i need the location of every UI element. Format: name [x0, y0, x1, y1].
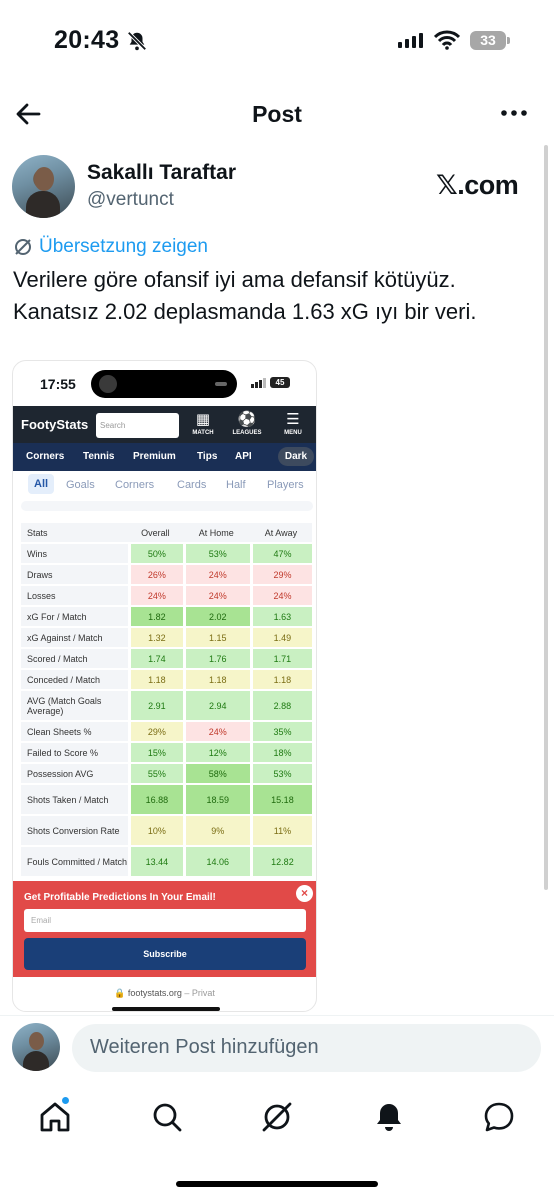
col-overall: Overall — [128, 523, 183, 542]
table-row: AVG (Match Goals Average) 2.91 2.94 2.88 — [21, 691, 312, 720]
image-home-indicator — [112, 1007, 220, 1011]
table-row: Failed to Score % 15% 12% 18% — [21, 743, 312, 762]
grok-icon[interactable] — [260, 1100, 294, 1134]
translate-icon — [15, 239, 31, 255]
table-row: Fouls Committed / Match 13.44 14.06 12.82 — [21, 847, 312, 876]
tab-separator — [21, 501, 313, 511]
nav-premium: Premium — [133, 451, 176, 462]
image-signal-icon — [251, 378, 266, 388]
dynamic-island — [91, 370, 237, 398]
footystats-nav: Corners Tennis Premium Tips API Dark — [13, 443, 316, 471]
tab-half: Half — [226, 479, 246, 491]
table-row: Wins 50% 53% 47% — [21, 544, 312, 563]
tab-players: Players — [267, 479, 304, 491]
author-name[interactable]: Sakallı Taraftar — [87, 161, 236, 185]
nav-tennis: Tennis — [83, 451, 115, 462]
image-status-bar: 17:55 45 — [13, 361, 316, 406]
translate-label: Übersetzung zeigen — [39, 236, 208, 257]
tab-cards: Cards — [177, 479, 207, 491]
post-image[interactable]: 17:55 45 FootyStats Search ▦ MATCH ⚽ LEAGU… — [12, 360, 317, 1012]
battery-cap — [507, 37, 510, 44]
author-avatar[interactable] — [12, 155, 75, 218]
table-row: Conceded / Match 1.18 1.18 1.18 — [21, 670, 312, 689]
notifications-icon[interactable] — [372, 1100, 406, 1134]
battery-icon: 33 — [470, 31, 506, 50]
match-icon: ▦ MATCH — [192, 411, 214, 436]
table-row: Scored / Match 1.74 1.76 1.71 — [21, 649, 312, 668]
home-notification-dot — [61, 1096, 70, 1105]
footystats-topbar: FootyStats Search ▦ MATCH ⚽ LEAGUES ☰ MENU — [13, 406, 316, 443]
image-time: 17:55 — [40, 376, 76, 392]
reply-divider — [0, 1015, 554, 1016]
stats-table: Stats Overall At Home At Away Wins 50% 53… — [21, 521, 312, 878]
nav-api: API — [235, 451, 252, 462]
status-time: 20:43 — [54, 26, 120, 54]
promo-email-field: Email — [24, 909, 306, 932]
lock-icon: 🔒 — [114, 988, 126, 998]
menu-icon: ☰ MENU — [284, 411, 302, 436]
reply-avatar — [12, 1023, 60, 1071]
footystats-tabs: All Goals Corners Cards Half Players — [13, 471, 316, 501]
tab-goals: Goals — [66, 479, 95, 491]
table-row: xG Against / Match 1.32 1.15 1.49 — [21, 628, 312, 647]
col-home: At Home — [182, 523, 250, 542]
table-row: Draws 26% 24% 29% — [21, 565, 312, 584]
post-header: Post — [0, 90, 554, 140]
tab-corners: Corners — [115, 479, 155, 491]
author-handle[interactable]: @vertunct — [87, 189, 174, 211]
col-stats: Stats — [21, 523, 128, 542]
table-row: Shots Conversion Rate 10% 9% 11% — [21, 816, 312, 845]
table-row: Shots Taken / Match 16.88 18.59 15.18 — [21, 785, 312, 814]
table-row: Clean Sheets % 29% 24% 35% — [21, 722, 312, 741]
wifi-icon — [434, 30, 460, 50]
bell-off-icon — [127, 31, 147, 51]
email-promo-banner: Get Profitable Predictions In Your Email… — [13, 881, 316, 977]
reply-input[interactable]: Weiteren Post hinzufügen — [72, 1024, 541, 1072]
promo-title: Get Profitable Predictions In Your Email… — [24, 892, 216, 903]
table-row: xG For / Match 1.82 2.02 1.63 — [21, 607, 312, 626]
table-row: Possession AVG 55% 58% 53% — [21, 764, 312, 783]
dark-toggle: Dark — [278, 447, 314, 466]
status-bar: 20:43 33 — [0, 0, 554, 84]
nav-tips: Tips — [197, 451, 218, 462]
footystats-search: Search — [96, 413, 179, 438]
nav-corners: Corners — [26, 451, 65, 462]
signal-icon — [398, 33, 423, 48]
search-icon[interactable] — [150, 1100, 184, 1134]
promo-close-icon: × — [296, 885, 313, 902]
promo-subscribe-button: Subscribe — [24, 938, 306, 970]
translate-link[interactable]: Übersetzung zeigen — [13, 236, 208, 258]
source-badge: 𝕏.com — [436, 170, 519, 200]
more-icon[interactable] — [499, 102, 529, 124]
tab-all: All — [28, 474, 55, 494]
scrollbar[interactable] — [544, 145, 548, 890]
post-text: Verilere göre ofansif iyi ama defansif k… — [13, 267, 477, 324]
col-away: At Away — [249, 523, 312, 542]
image-battery-icon: 45 — [270, 377, 290, 388]
bottom-tab-bar — [0, 1092, 554, 1152]
messages-icon[interactable] — [482, 1100, 516, 1134]
page-title: Post — [252, 101, 302, 127]
table-row: Losses 24% 24% 24% — [21, 586, 312, 605]
image-url-bar: 🔒 footystats.org – Privat — [114, 988, 215, 998]
footystats-logo: FootyStats — [21, 417, 89, 432]
home-indicator — [176, 1181, 378, 1187]
leagues-icon: ⚽ LEAGUES — [232, 411, 262, 436]
home-icon[interactable] — [38, 1100, 72, 1134]
